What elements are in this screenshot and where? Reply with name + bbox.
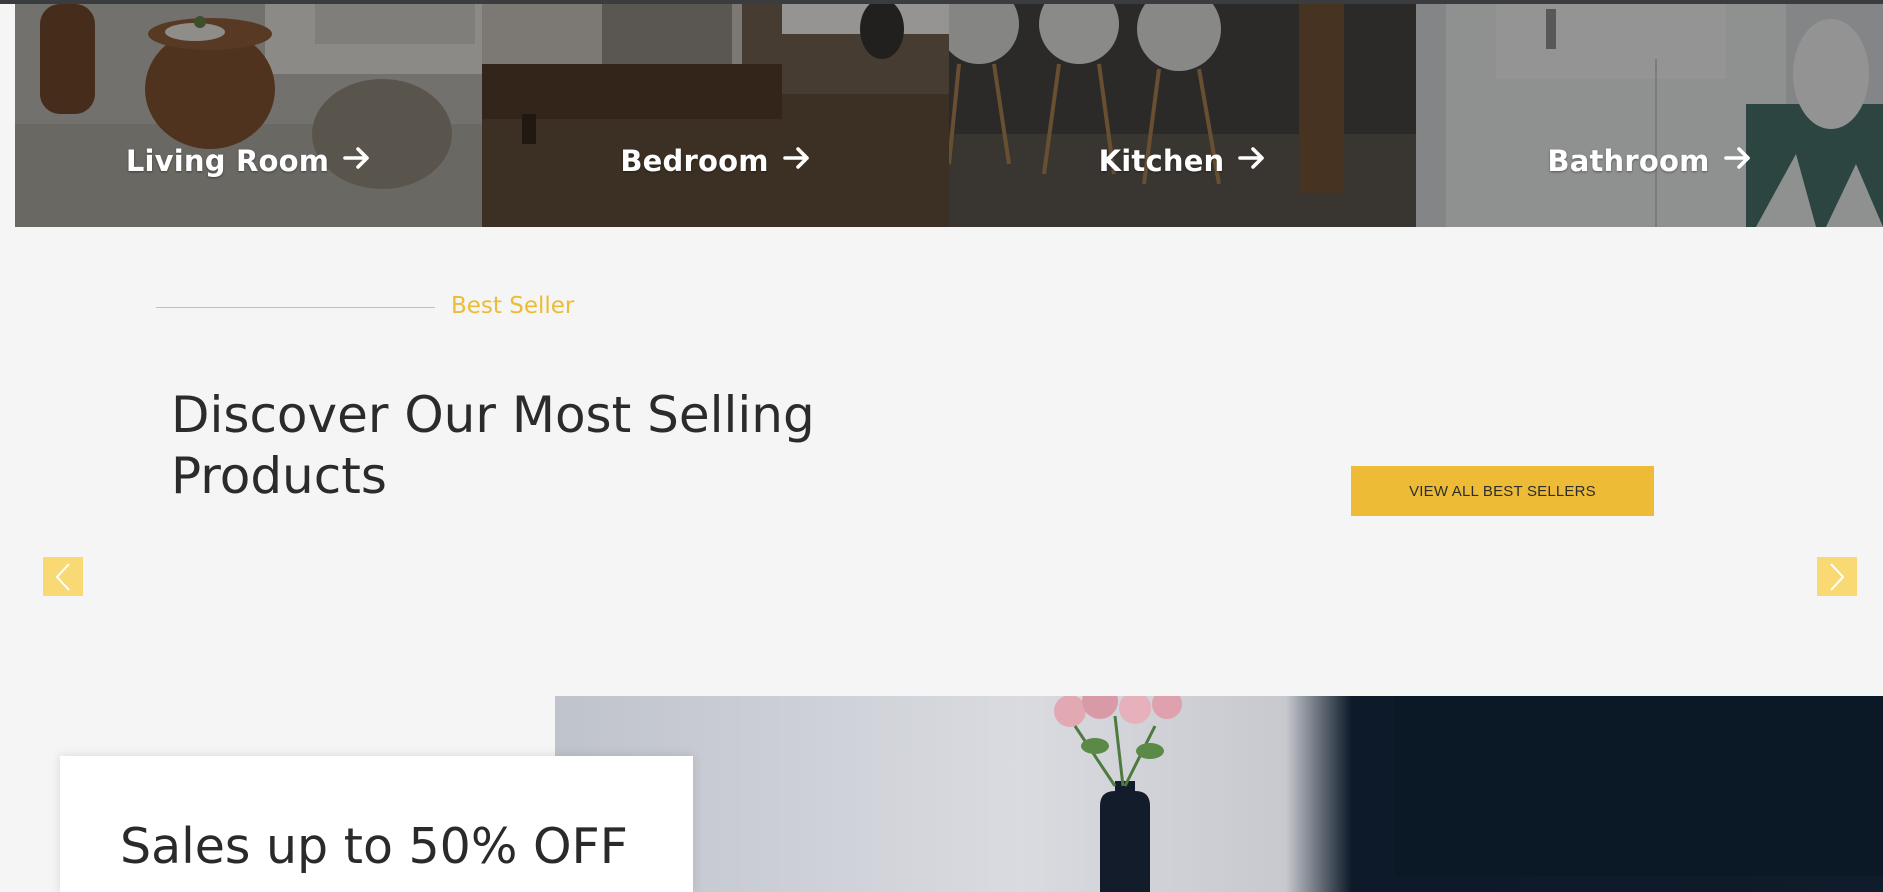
category-label[interactable]: Kitchen	[949, 144, 1416, 180]
arrow-right-icon	[343, 143, 371, 177]
category-label[interactable]: Bedroom	[482, 144, 949, 180]
promo-title: Sales up to 50% OFF	[120, 818, 628, 875]
category-tile-bathroom[interactable]: Bathroom	[1416, 4, 1883, 227]
arrow-right-icon	[1723, 143, 1752, 177]
promo-card: Sales up to 50% OFF	[60, 756, 693, 892]
category-name: Bathroom	[1547, 144, 1710, 178]
chevron-right-icon	[1830, 562, 1845, 591]
view-all-best-sellers-button[interactable]: VIEW ALL BEST SELLERS	[1351, 466, 1654, 516]
category-tile-living-room[interactable]: Living Room	[15, 4, 482, 227]
tile-overlay	[1416, 4, 1883, 227]
eyebrow-divider	[156, 307, 435, 308]
category-name: Living Room	[125, 144, 330, 178]
carousel-next-button[interactable]	[1817, 557, 1857, 596]
arrow-right-icon	[1238, 143, 1266, 177]
section-eyebrow: Best Seller	[451, 293, 575, 319]
tile-overlay	[482, 4, 949, 227]
category-label[interactable]: Bathroom	[1416, 144, 1883, 180]
category-name: Kitchen	[1098, 144, 1225, 178]
category-tile-bedroom[interactable]: Bedroom	[482, 4, 949, 227]
tile-overlay	[15, 4, 482, 227]
category-tiles: Living Room Bedroom Kitchen Bathroom	[15, 4, 1883, 227]
category-tile-kitchen[interactable]: Kitchen	[949, 4, 1416, 227]
category-label[interactable]: Living Room	[15, 144, 482, 180]
carousel-prev-button[interactable]	[43, 557, 83, 596]
flower-vase-image	[555, 696, 1883, 892]
arrow-right-icon	[782, 143, 811, 177]
promo-image	[555, 696, 1883, 892]
section-heading: Discover Our Most Selling Products	[171, 386, 815, 505]
tile-overlay	[949, 4, 1416, 227]
chevron-left-icon	[55, 562, 70, 591]
category-name: Bedroom	[620, 144, 769, 178]
